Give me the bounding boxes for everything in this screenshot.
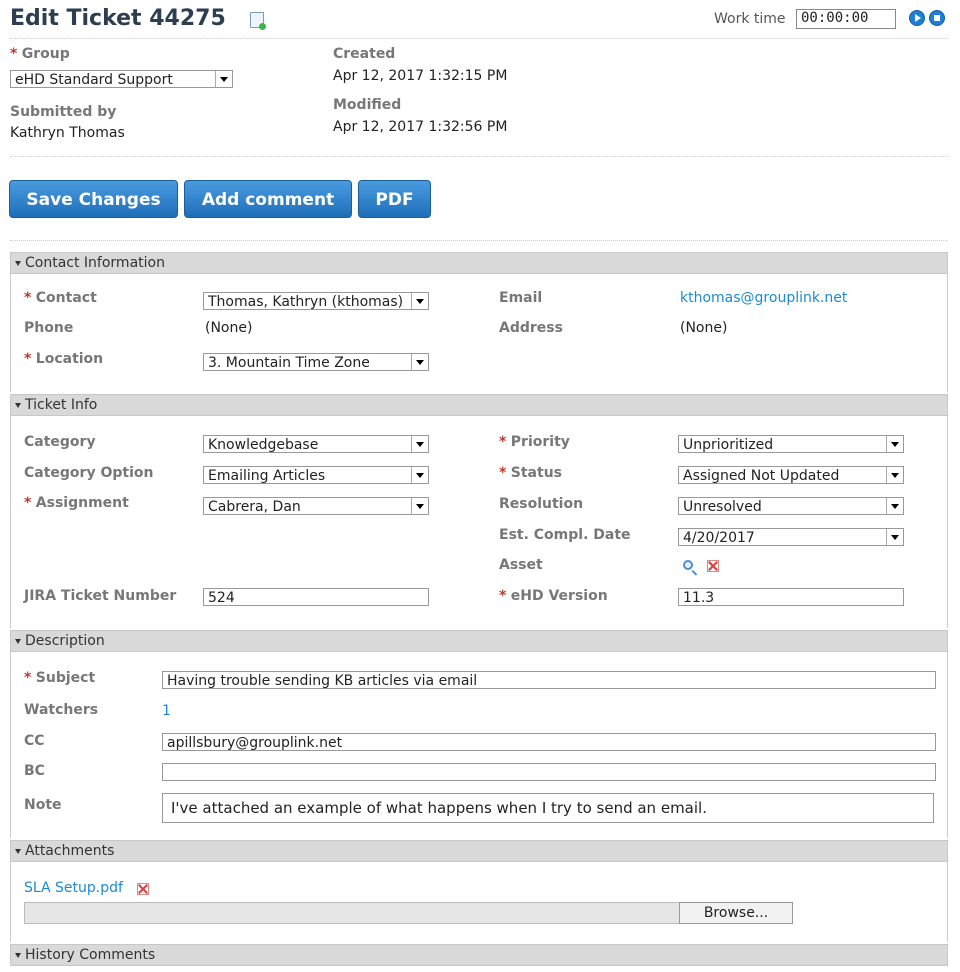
play-icon[interactable] [909, 10, 925, 26]
address-value: (None) [680, 320, 728, 336]
stop-icon[interactable] [929, 10, 945, 26]
location-select[interactable]: 3. Mountain Time Zone [203, 353, 429, 371]
chevron-down-icon [886, 467, 903, 483]
watchers-link[interactable]: 1 [162, 703, 171, 719]
collapse-triangle-icon [15, 848, 21, 854]
category-option-select[interactable]: Emailing Articles [203, 466, 429, 484]
subject-input[interactable]: Having trouble sending KB articles via e… [162, 671, 936, 689]
search-icon[interactable] [683, 560, 693, 570]
save-changes-button[interactable]: Save Changes [9, 180, 178, 218]
divider [10, 38, 948, 39]
resolution-select[interactable]: Unresolved [678, 497, 904, 515]
submitted-by-label: Submitted by [10, 104, 117, 120]
submitted-by-value: Kathryn Thomas [10, 125, 125, 141]
created-value: Apr 12, 2017 1:32:15 PM [333, 68, 508, 84]
est-compl-date-select[interactable]: 4/20/2017 [678, 528, 904, 546]
subject-label: * Subject [24, 670, 96, 686]
group-select[interactable]: eHD Standard Support [10, 70, 233, 88]
chevron-down-icon [411, 436, 428, 452]
ehd-version-input[interactable]: 11.3 [678, 588, 904, 606]
phone-value: (None) [205, 320, 253, 336]
location-label: * Location [24, 351, 104, 367]
section-header-attachments[interactable]: Attachments [10, 840, 948, 862]
modified-value: Apr 12, 2017 1:32:56 PM [333, 119, 508, 135]
asset-label: Asset [499, 557, 543, 573]
resolution-label: Resolution [499, 496, 584, 512]
ticket-refresh-icon[interactable] [250, 12, 266, 30]
category-select[interactable]: Knowledgebase [203, 435, 429, 453]
attachment-link[interactable]: SLA Setup.pdf [24, 880, 123, 896]
chevron-down-icon [886, 529, 903, 545]
chevron-down-icon [411, 498, 428, 514]
email-link[interactable]: kthomas@grouplink.net [680, 290, 847, 306]
note-label: Note [24, 797, 62, 813]
priority-select[interactable]: Unprioritized [678, 435, 904, 453]
close-icon[interactable] [707, 560, 719, 572]
page-title: Edit Ticket 44275 [10, 6, 226, 31]
section-header-ticket-info[interactable]: Ticket Info [10, 394, 948, 416]
chevron-down-icon [886, 436, 903, 452]
modified-label: Modified [333, 97, 402, 113]
chevron-down-icon [886, 498, 903, 514]
divider [10, 156, 948, 157]
chevron-down-icon [411, 354, 428, 370]
pdf-button[interactable]: PDF [358, 180, 431, 218]
chevron-down-icon [411, 467, 428, 483]
chevron-down-icon [215, 71, 232, 87]
est-compl-date-label: Est. Compl. Date [499, 527, 631, 543]
section-header-contact[interactable]: Contact Information [10, 252, 948, 274]
category-label: Category [24, 434, 96, 450]
ehd-version-label: * eHD Version [499, 588, 608, 604]
phone-label: Phone [24, 320, 74, 336]
section-header-description[interactable]: Description [10, 630, 948, 652]
status-select[interactable]: Assigned Not Updated [678, 466, 904, 484]
contact-select[interactable]: Thomas, Kathryn (kthomas) [203, 292, 429, 310]
collapse-triangle-icon [15, 260, 21, 266]
chevron-down-icon [411, 293, 428, 309]
created-label: Created [333, 46, 396, 62]
bc-label: BC [24, 763, 45, 779]
note-textarea[interactable]: I've attached an example of what happens… [162, 793, 934, 823]
section-header-history[interactable]: History Comments [10, 944, 948, 966]
collapse-triangle-icon [15, 638, 21, 644]
priority-label: * Priority [499, 434, 570, 450]
category-option-label: Category Option [24, 465, 154, 481]
work-time-label: Work time [714, 11, 786, 27]
bc-input[interactable] [162, 763, 936, 781]
add-comment-button[interactable]: Add comment [184, 180, 352, 218]
address-label: Address [499, 320, 563, 336]
assignment-select[interactable]: Cabrera, Dan [203, 497, 429, 515]
file-path-input[interactable] [24, 902, 680, 924]
divider [10, 240, 948, 241]
close-icon[interactable] [137, 883, 149, 895]
cc-label: CC [24, 733, 45, 749]
collapse-triangle-icon [15, 952, 21, 958]
collapse-triangle-icon [15, 402, 21, 408]
work-time-input[interactable]: 00:00:00 [796, 9, 896, 29]
watchers-label: Watchers [24, 702, 99, 718]
assignment-label: * Assignment [24, 495, 129, 511]
jira-label: JIRA Ticket Number [24, 588, 177, 604]
jira-input[interactable]: 524 [203, 588, 429, 606]
email-label: Email [499, 290, 543, 306]
status-label: * Status [499, 465, 562, 481]
contact-label: * Contact [24, 290, 97, 306]
browse-button[interactable]: Browse... [679, 902, 793, 924]
cc-input[interactable]: apillsbury@grouplink.net [162, 733, 936, 751]
group-label: * Group [10, 46, 70, 62]
